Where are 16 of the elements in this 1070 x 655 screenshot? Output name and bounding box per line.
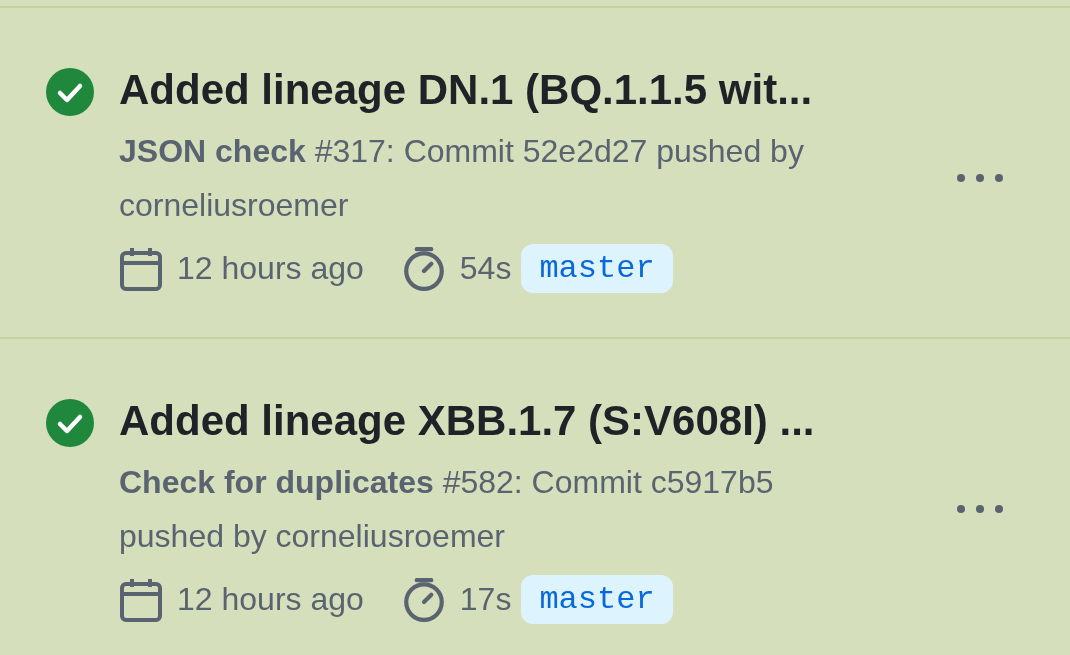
more-options-icon[interactable]	[956, 173, 1004, 183]
run-duration: 17s	[459, 581, 512, 618]
run-time: 12 hours ago	[177, 250, 364, 287]
calendar-icon	[119, 245, 163, 292]
run-summary: JSON check #317: Commit 52e2d27 pushed by corneliusroemer	[119, 132, 805, 225]
stopwatch-icon	[401, 576, 446, 623]
more-options-icon[interactable]	[956, 504, 1004, 514]
calendar-icon	[119, 576, 163, 623]
run-title[interactable]: Added lineage XBB.1.7 (S:V608I) ...	[119, 393, 1070, 449]
stopwatch-icon	[401, 245, 446, 292]
branch-label[interactable]: master	[521, 575, 673, 624]
run-title[interactable]: Added lineage DN.1 (BQ.1.1.5 wit...	[119, 62, 1070, 118]
run-summary: Check for duplicates #582: Commit c5917b5 pushed by corneliusroemer	[119, 463, 775, 556]
run-duration: 54s	[459, 250, 512, 287]
run-time: 12 hours ago	[177, 581, 364, 618]
branch-label[interactable]: master	[521, 244, 673, 293]
